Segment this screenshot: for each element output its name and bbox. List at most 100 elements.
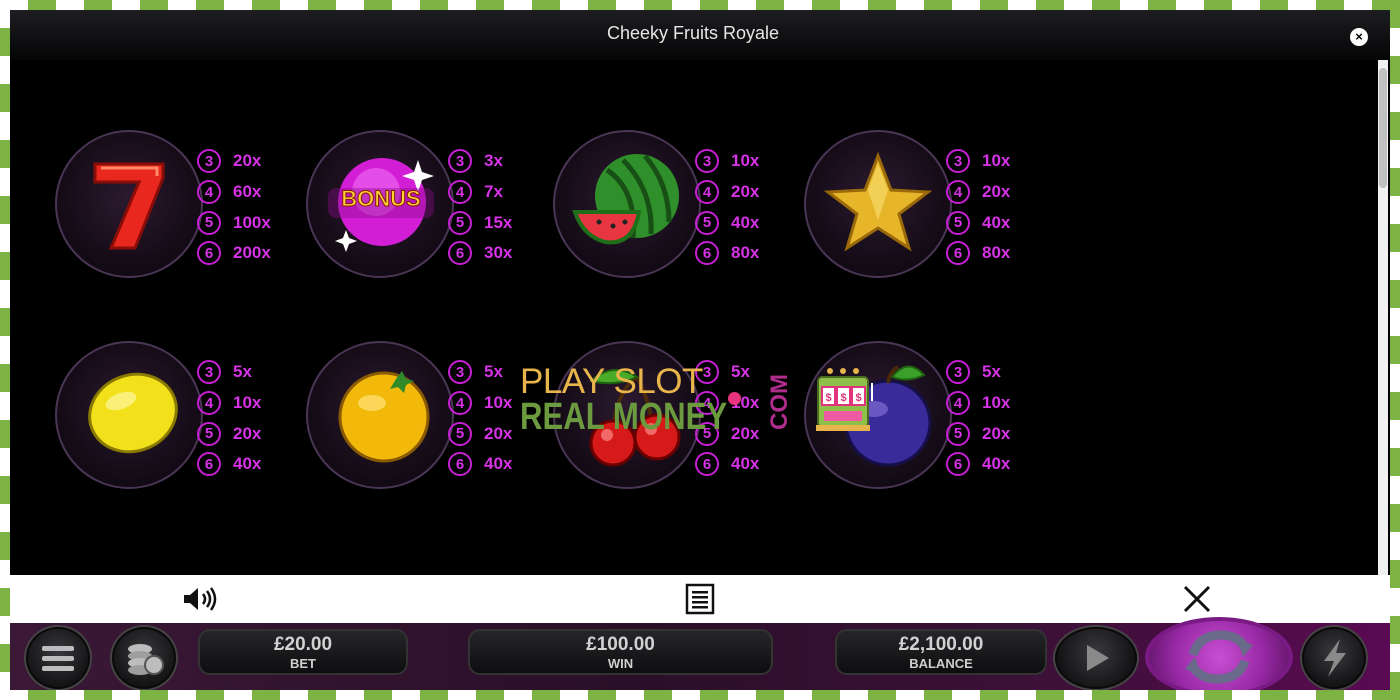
star-icon — [823, 151, 933, 252]
symbol-count-badge: 6 — [695, 241, 719, 266]
paytable-entry-bonus: BONUS 3 3x 4 7x 5 15x 6 30x — [306, 130, 546, 280]
paytable-entry-lemon: 3 5x 4 10x 5 20x 6 40x — [55, 341, 295, 491]
payout-multiplier: 5x — [982, 362, 1001, 382]
payout-multiplier: 15x — [484, 212, 513, 232]
scrollbar-thumb[interactable] — [1379, 68, 1387, 188]
pay-row: 3 20x — [197, 146, 271, 177]
pay-row: 4 60x — [197, 177, 271, 208]
sound-button[interactable] — [180, 583, 224, 615]
pay-row: 3 10x — [695, 146, 759, 177]
symbol-count-badge: 6 — [448, 452, 472, 477]
symbol-count-badge: 5 — [946, 421, 970, 446]
payout-multiplier: 80x — [982, 243, 1011, 263]
symbol-count-badge: 4 — [448, 391, 472, 416]
game-window: Cheeky Fruits Royale × 3 20x 4 60x 5 100x 6… — [10, 10, 1390, 690]
symbol-count-badge: 4 — [946, 391, 970, 416]
win-label: WIN — [607, 656, 634, 671]
payout-multiplier: 10x — [982, 393, 1011, 413]
symbol-count-badge: 5 — [197, 210, 221, 235]
paytable-entry-orange: 3 5x 4 10x 5 20x 6 40x — [306, 341, 546, 491]
symbol-count-badge: 5 — [448, 421, 472, 446]
pay-row: 6 30x — [448, 238, 512, 269]
payout-multiplier: 20x — [731, 182, 760, 202]
payout-multiplier: 30x — [484, 243, 513, 263]
symbol-count-badge: 3 — [946, 149, 970, 174]
pay-row: 3 5x — [695, 357, 759, 388]
scrollbar[interactable] — [1378, 60, 1388, 575]
payout-multiplier: 20x — [233, 151, 262, 171]
symbol-count-badge: 6 — [197, 452, 221, 477]
symbol-count-badge: 4 — [448, 180, 472, 205]
pay-row: 6 40x — [946, 449, 1010, 480]
pay-row: 6 200x — [197, 238, 271, 269]
autoplay-button[interactable] — [1055, 627, 1137, 689]
pay-list: 3 10x 4 20x 5 40x 6 80x — [946, 146, 1010, 269]
balance-label: BALANCE — [909, 656, 973, 671]
pay-row: 4 10x — [946, 388, 1010, 419]
paytable-entry-plum: 3 5x 4 10x 5 20x 6 40x — [804, 341, 1044, 491]
pay-row: 3 10x — [946, 146, 1010, 177]
symbol-count-badge: 4 — [197, 391, 221, 416]
close-paytable-button[interactable] — [1175, 583, 1219, 615]
symbol-count-badge: 3 — [695, 149, 719, 174]
payout-multiplier: 60x — [233, 182, 262, 202]
paytable-entry-watermelon: 3 10x 4 20x 5 40x 6 80x — [553, 130, 793, 280]
symbol-count-badge: 3 — [197, 360, 221, 385]
speaker-icon — [184, 587, 217, 611]
close-window-button[interactable]: × — [1350, 28, 1368, 46]
menu-button[interactable] — [26, 627, 90, 689]
symbol-count-badge: 3 — [197, 149, 221, 174]
symbol-count-badge: 5 — [448, 210, 472, 235]
pay-row: 6 40x — [197, 449, 261, 480]
pay-row: 4 10x — [197, 388, 261, 419]
payout-multiplier: 20x — [982, 182, 1011, 202]
symbol-count-badge: 3 — [695, 360, 719, 385]
symbol-count-badge: 3 — [448, 360, 472, 385]
turbo-button[interactable] — [1302, 627, 1366, 689]
balance-display: £2,100.00 BALANCE — [835, 629, 1047, 675]
game-controls-bar: £20.00 BET £100.00 WIN £2,100.00 BALANCE — [10, 617, 1390, 690]
pay-list: 3 3x 4 7x 5 15x 6 30x — [448, 146, 512, 269]
symbol-count-badge: 3 — [946, 360, 970, 385]
payout-multiplier: 10x — [233, 393, 262, 413]
payout-multiplier: 5x — [484, 362, 503, 382]
watermelon-icon — [572, 154, 679, 245]
lemon-icon — [88, 372, 178, 454]
payout-multiplier: 10x — [484, 393, 513, 413]
paytable-info-button[interactable] — [678, 583, 722, 615]
coins-button[interactable] — [112, 627, 176, 689]
payout-multiplier: 5x — [233, 362, 252, 382]
symbol-count-badge: 4 — [695, 391, 719, 416]
refresh-icon — [1185, 630, 1253, 684]
pay-list: 3 5x 4 10x 5 20x 6 40x — [695, 357, 759, 480]
pay-row: 4 20x — [695, 177, 759, 208]
symbol-count-badge: 6 — [695, 452, 719, 477]
symbol-count-badge: 5 — [946, 210, 970, 235]
payout-multiplier: 5x — [731, 362, 750, 382]
pay-row: 3 5x — [946, 357, 1010, 388]
payout-multiplier: 20x — [731, 423, 760, 443]
pay-list: 3 20x 4 60x 5 100x 6 200x — [197, 146, 271, 269]
pay-row: 5 100x — [197, 207, 271, 238]
pay-row: 4 10x — [695, 388, 759, 419]
payout-multiplier: 10x — [731, 151, 760, 171]
symbol-count-badge: 5 — [695, 421, 719, 446]
pay-list: 3 5x 4 10x 5 20x 6 40x — [448, 357, 512, 480]
pay-row: 4 10x — [448, 388, 512, 419]
pay-row: 6 80x — [946, 238, 1010, 269]
seven-icon — [93, 162, 165, 250]
pay-row: 6 40x — [695, 449, 759, 480]
pay-row: 5 15x — [448, 207, 512, 238]
bet-display[interactable]: £20.00 BET — [198, 629, 408, 675]
symbol-count-badge: 3 — [448, 149, 472, 174]
hamburger-icon — [42, 646, 74, 671]
payout-multiplier: 40x — [731, 212, 760, 232]
bet-value: £20.00 — [273, 634, 333, 655]
symbol-count-badge: 4 — [946, 180, 970, 205]
spin-button[interactable] — [1145, 617, 1293, 690]
symbol-count-badge: 5 — [695, 210, 719, 235]
pay-row: 3 5x — [448, 357, 512, 388]
help-toolbar — [10, 575, 1390, 623]
coins-icon — [128, 644, 164, 675]
close-icon — [1183, 585, 1211, 613]
